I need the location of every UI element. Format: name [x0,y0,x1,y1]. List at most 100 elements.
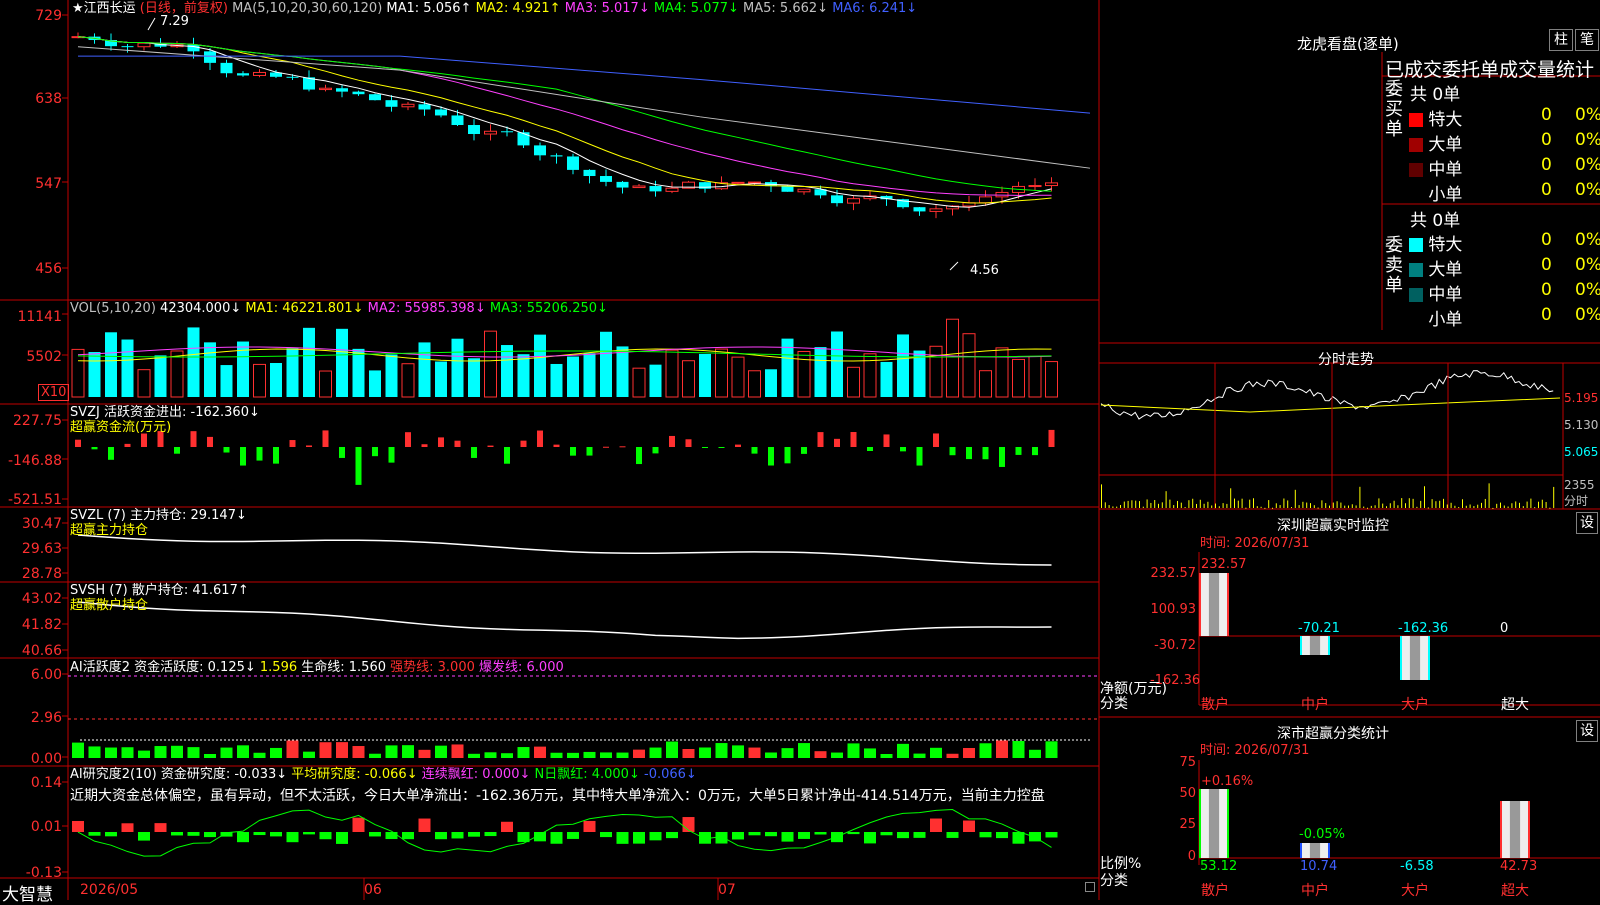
classify-settings-button[interactable]: 设 [1576,720,1598,742]
svsh-sub: 超赢散户持仓 [70,598,149,613]
activity-bar [336,742,348,758]
volume-bar [220,365,233,397]
intraday-vol-bar [1165,491,1167,508]
volume-bar [583,353,596,397]
intraday-vol-bar [1146,499,1148,508]
activity-bar [352,746,365,758]
intraday-vol-bar [1253,498,1254,508]
volume-bar [187,327,200,397]
volume-bar [319,370,332,398]
intraday-vol-bar [1526,501,1528,508]
bar [1199,789,1201,858]
volume-bar [880,361,893,397]
tick-mode-button[interactable]: 笔 [1575,29,1599,51]
candle-body [649,186,662,192]
y-tick: 0.01 [30,819,62,835]
activity-bar [732,745,744,758]
flow-bar [421,444,428,447]
ai1-v2: 1.596 [259,660,298,675]
research-bar [270,832,282,837]
stock-name[interactable]: ★江西长运 [72,1,136,16]
brand-logo[interactable]: 大智慧 [2,880,53,905]
flow-bar [240,447,246,466]
flow-bar [883,434,890,447]
intraday-price-line [1100,370,1554,420]
intraday-vol-bar [1313,505,1315,508]
intraday-vol-bar [1120,505,1121,508]
classify-ylabel: 比例% [1100,856,1142,872]
activity-bar [385,745,398,758]
intraday-vol-bar [1135,500,1137,508]
ma2-value: MA2: 4.921↑ [475,1,561,16]
activity-bar [765,752,777,758]
data-label: 232.57 [1201,557,1247,572]
activity-bar [187,747,200,758]
intraday-vol-bar [1519,502,1520,508]
intraday-vol-bar [1424,486,1425,508]
flow-bar [91,447,98,450]
activity-bar [979,743,992,758]
ma-line [77,36,1052,192]
research-bar [979,832,992,838]
intraday-vol-unit: 分时 [1564,494,1589,508]
activity-bar [1045,741,1058,758]
research-bar [913,832,926,838]
volume-bar [154,355,167,397]
activity-bar [864,748,876,758]
y-tick: -146.88 [7,453,62,469]
ai2-v5: -0.066↓ [644,767,697,782]
flow-bar [322,430,329,447]
intraday-vol-bar [1511,503,1513,508]
volume-bar [765,369,777,397]
intraday-vol-bar [1545,501,1547,508]
category-label: 大户 [1401,697,1429,713]
intraday-vol-bar [1298,505,1300,508]
flow-bar [1032,447,1038,456]
ai2-commentary: 近期大资金总体偏空，虽有异动，但不太活跃，今日大单净流出：-162.36万元，其… [70,788,1045,804]
volume-bar [170,350,184,398]
research-bar [385,832,398,840]
flow-bar [669,435,675,447]
candle-body [550,155,563,157]
activity-bar [930,747,942,758]
volume-bar [600,331,612,397]
flow-bar [355,447,362,485]
ma4-value: MA4: 5.077↓ [653,1,739,16]
volume-bar [534,334,546,397]
vol-unit-badge[interactable]: X10 [38,384,70,401]
activity-bar [946,753,959,758]
research-bar [171,832,183,836]
volume-bar [897,334,909,397]
activity-bar [798,743,810,758]
volume-bar [731,356,745,398]
activity-bar [600,752,612,758]
intraday-vol-bar [1112,506,1114,508]
intraday-vol-bar [1344,505,1346,508]
volume-bar [517,354,530,397]
chart-canvas [0,0,1600,900]
bar-mode-button[interactable]: 柱 [1549,29,1573,51]
activity-bar [418,749,431,758]
bar [1300,843,1302,858]
intraday-vol-bar [1549,507,1551,509]
activity-bar [963,747,975,758]
intraday-vol-bar [1249,499,1251,508]
candle-body [237,73,249,76]
intraday-vol-bar [1340,502,1342,508]
volume-bar [468,358,480,397]
flow-bar [553,444,560,447]
research-bar [1045,832,1058,838]
intraday-vol-bar [1192,498,1194,508]
data-label: 0 [1500,621,1509,636]
bar [1328,843,1330,858]
volume-bar [665,349,679,398]
monitor-settings-button[interactable]: 设 [1576,512,1598,534]
lock-icon[interactable] [1085,882,1095,892]
data-label: -162.36 [1398,621,1449,636]
research-bar [930,818,942,832]
volume-bar [699,353,711,397]
research-bar [963,820,975,832]
activity-bar [237,745,249,758]
annotation-line [949,261,959,271]
vol-ma3: MA3: 55206.250↓ [489,301,608,316]
